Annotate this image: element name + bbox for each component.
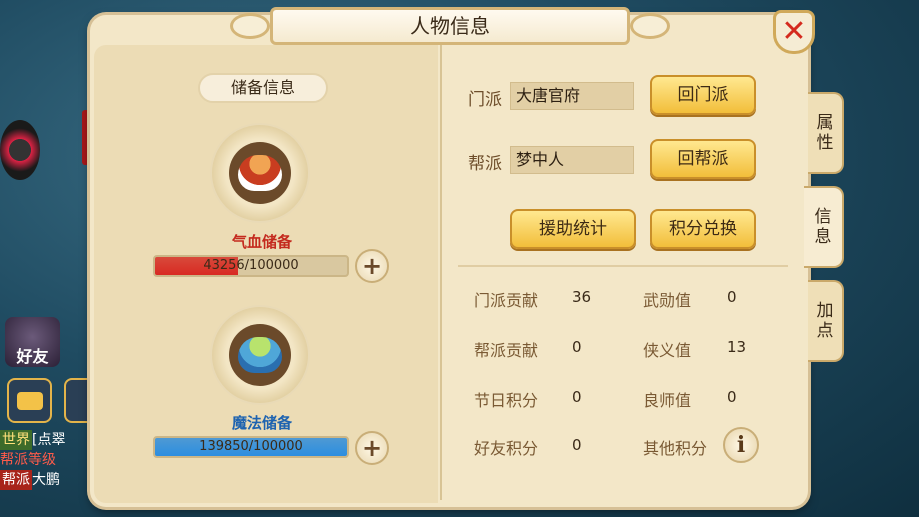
- chivalry-value: 13: [727, 338, 747, 356]
- guild-contribution-label: 帮派贡献: [474, 341, 539, 360]
- guild-contribution-value: 0: [572, 338, 582, 356]
- chivalry-label: 侠义值: [643, 341, 692, 360]
- character-info-panel: 人物信息 ✕ 储备信息 气血储备 43256/100000 + 魔法储备 139…: [90, 7, 815, 507]
- mp-potion-bowl-icon: [238, 337, 282, 373]
- tab-info-label: 信 息: [814, 207, 832, 247]
- info-icon: i: [736, 432, 746, 458]
- chat-channel-tag: 帮派: [0, 470, 32, 490]
- festival-points-label: 节日积分: [474, 391, 539, 410]
- window-title: 人物信息: [270, 7, 630, 45]
- mentor-value: 0: [727, 388, 737, 406]
- festival-points-value: 0: [572, 388, 582, 406]
- tab-info[interactable]: 信 息: [804, 186, 844, 268]
- plus-icon: +: [361, 434, 383, 462]
- sect-contribution-label: 门派贡献: [474, 291, 539, 310]
- mp-reserve-bar: 139850/100000: [153, 436, 349, 458]
- voice-button[interactable]: [64, 378, 90, 423]
- return-sect-button[interactable]: 回门派: [650, 75, 756, 115]
- tab-attributes[interactable]: 属 性: [808, 92, 844, 174]
- guild-label: 帮派: [468, 154, 502, 174]
- tab-add-points[interactable]: 加 点: [808, 280, 844, 362]
- hp-potion-frame: [210, 123, 310, 223]
- sect-label: 门派: [468, 90, 502, 110]
- plus-icon: +: [361, 252, 383, 280]
- hp-potion-slot: [229, 142, 291, 204]
- mentor-value-label: 良师值: [643, 391, 692, 410]
- aid-stats-button[interactable]: 援助统计: [510, 209, 636, 249]
- return-guild-button[interactable]: 回帮派: [650, 139, 756, 179]
- mp-potion-frame: [210, 305, 310, 405]
- background-pet: [0, 120, 40, 180]
- title-ornament-right: [630, 13, 670, 39]
- merit-label: 武勋值: [643, 291, 692, 310]
- close-button[interactable]: ✕: [773, 10, 815, 54]
- close-icon: ✕: [781, 14, 807, 49]
- tab-attributes-label: 属 性: [816, 113, 834, 153]
- other-points-info-button[interactable]: i: [723, 427, 759, 463]
- mp-reserve-label: 魔法储备: [231, 414, 292, 432]
- other-points-label: 其他积分: [643, 439, 708, 458]
- points-exchange-button[interactable]: 积分兑换: [650, 209, 756, 249]
- chat-text: 帮派等级: [0, 452, 56, 468]
- chat-button[interactable]: [7, 378, 52, 423]
- merit-value: 0: [727, 288, 737, 306]
- sect-contribution-value: 36: [572, 288, 592, 306]
- tab-add-points-label: 加 点: [816, 301, 834, 341]
- guild-value: 梦中人: [510, 146, 634, 174]
- friend-button[interactable]: 好友: [5, 317, 60, 367]
- hp-reserve-value: 43256/100000: [203, 258, 299, 273]
- friend-points-label: 好友积分: [474, 439, 539, 458]
- mp-reserve-value: 139850/100000: [199, 439, 303, 454]
- title-ornament-left: [230, 13, 270, 39]
- pane-divider: [440, 45, 442, 500]
- decorative-tassel: [82, 110, 90, 165]
- chat-bubble-icon: [16, 391, 43, 410]
- sect-value: 大唐官府: [510, 82, 634, 110]
- friend-points-value: 0: [572, 436, 582, 454]
- reserve-section-label: 储备信息: [198, 73, 328, 103]
- mp-add-button[interactable]: +: [355, 431, 389, 465]
- chat-text: 大鹏: [32, 472, 60, 488]
- friend-label: 好友: [16, 347, 49, 366]
- chat-channel-tag: 世界: [0, 430, 32, 450]
- mp-potion-slot: [229, 324, 291, 386]
- hp-reserve-label: 气血储备: [231, 233, 292, 251]
- info-divider: [458, 265, 788, 267]
- chat-text: [点翠: [32, 432, 66, 448]
- hp-add-button[interactable]: +: [355, 249, 389, 283]
- hp-reserve-bar: 43256/100000: [153, 255, 349, 277]
- hp-potion-bowl-icon: [238, 155, 282, 191]
